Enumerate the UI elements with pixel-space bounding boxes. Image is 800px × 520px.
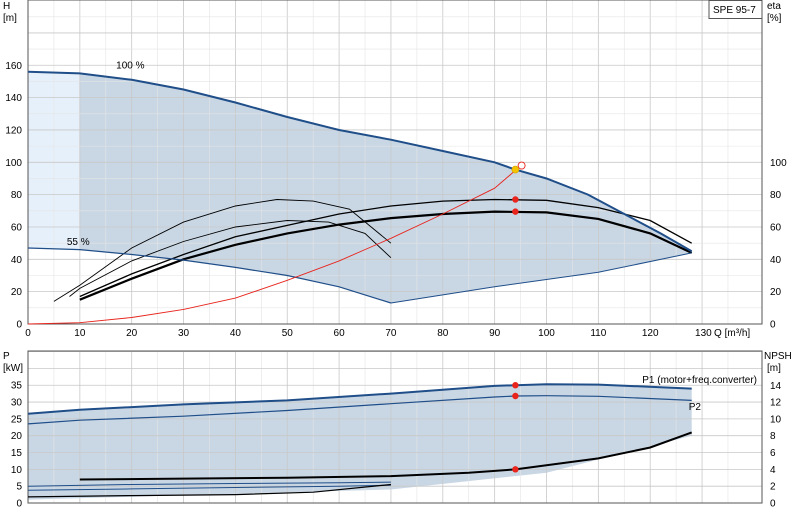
y-tick-label: 120 [5, 125, 22, 136]
y-right-axis-unit: [m] [767, 363, 781, 374]
operating-point-marker [512, 466, 519, 473]
x-axis-label: Q [m³/h] [714, 328, 750, 339]
y-right-tick-label: 60 [770, 222, 782, 233]
y-right-tick-label: 40 [770, 255, 782, 266]
x-tick-label: 50 [282, 328, 294, 339]
y-right-axis-label: eta [767, 1, 781, 12]
y-right-axis-label: NPSH [764, 351, 792, 362]
operating-point-marker [512, 196, 519, 203]
y-right-tick-label: 8 [770, 431, 776, 442]
y-tick-label: 140 [5, 93, 22, 104]
y-tick-label: 10 [11, 465, 23, 476]
x-tick-label: 40 [230, 328, 242, 339]
x-tick-label: 130 [695, 328, 712, 339]
y-right-tick-label: 100 [770, 158, 787, 169]
y-axis-label: H [3, 1, 10, 12]
x-tick-label: 80 [437, 328, 449, 339]
y-right-tick-label: 20 [770, 287, 782, 298]
y-tick-label: 80 [11, 190, 23, 201]
x-tick-label: 10 [74, 328, 86, 339]
legend-p1: P1 (motor+freq.converter) [642, 375, 757, 386]
legend-p2: P2 [689, 402, 702, 413]
y-right-tick-label: 2 [770, 482, 776, 493]
y-right-tick-label: 12 [770, 398, 782, 409]
y-tick-label: 60 [11, 222, 23, 233]
x-tick-label: 120 [642, 328, 659, 339]
y-right-tick-label: 10 [770, 414, 782, 425]
y-tick-label: 0 [16, 320, 22, 331]
y-tick-label: 25 [11, 414, 23, 425]
y-tick-label: 40 [11, 255, 23, 266]
operating-point-marker [512, 392, 519, 400]
y-right-tick-label: 4 [770, 465, 776, 476]
duty-point [511, 165, 520, 174]
x-tick-label: 70 [385, 328, 397, 339]
x-tick-label: 30 [178, 328, 190, 339]
y-tick-label: 0 [16, 499, 22, 510]
x-tick-label: 20 [126, 328, 138, 339]
y-tick-label: 35 [11, 381, 23, 392]
curve-label-100: 100 % [116, 61, 144, 72]
y-axis-unit: [kW] [3, 363, 23, 374]
model-label: SPE 95-7 [713, 5, 756, 16]
y-right-tick-label: 0 [770, 320, 776, 331]
x-tick-label: 60 [334, 328, 346, 339]
y-right-tick-label: 0 [770, 499, 776, 510]
power-chart: 0 5 10 15 20 25 30 35 0 2 4 6 8 10 12 14 P[kW] NPSH[m] P1 … [3, 350, 792, 510]
y-right-tick-label: 6 [770, 448, 776, 459]
pump-performance-chart: 0204060801001201401600204060801000 10 20 30… [3, 0, 792, 510]
operating-point-marker [512, 382, 519, 389]
y-tick-label: 20 [11, 287, 23, 298]
y-right-tick-label: 80 [770, 190, 782, 201]
y-tick-label: 160 [5, 61, 22, 72]
y-tick-label: 5 [16, 482, 22, 493]
y-tick-label: 100 [5, 158, 22, 169]
y-right-axis-unit: [%] [767, 13, 782, 24]
operating-point-marker [512, 208, 519, 215]
head-chart: 0 20 40 60 80 100 120 140 160 0 20 40 60 80 100 0 10 20 30… [3, 0, 787, 339]
curve-label-55: 55 % [67, 237, 90, 248]
duty-point-ring [517, 161, 526, 170]
y-axis-unit: [m] [3, 13, 17, 24]
x-tick-label: 100 [538, 328, 555, 339]
y-tick-label: 15 [11, 448, 23, 459]
x-tick-label: 110 [590, 328, 606, 339]
y-tick-label: 30 [11, 398, 23, 409]
x-tick-label: 90 [489, 328, 501, 339]
y-right-tick-label: 14 [770, 381, 782, 392]
x-tick-label: 0 [25, 328, 31, 339]
y-tick-label: 20 [11, 431, 23, 442]
y-axis-label: P [3, 351, 10, 362]
